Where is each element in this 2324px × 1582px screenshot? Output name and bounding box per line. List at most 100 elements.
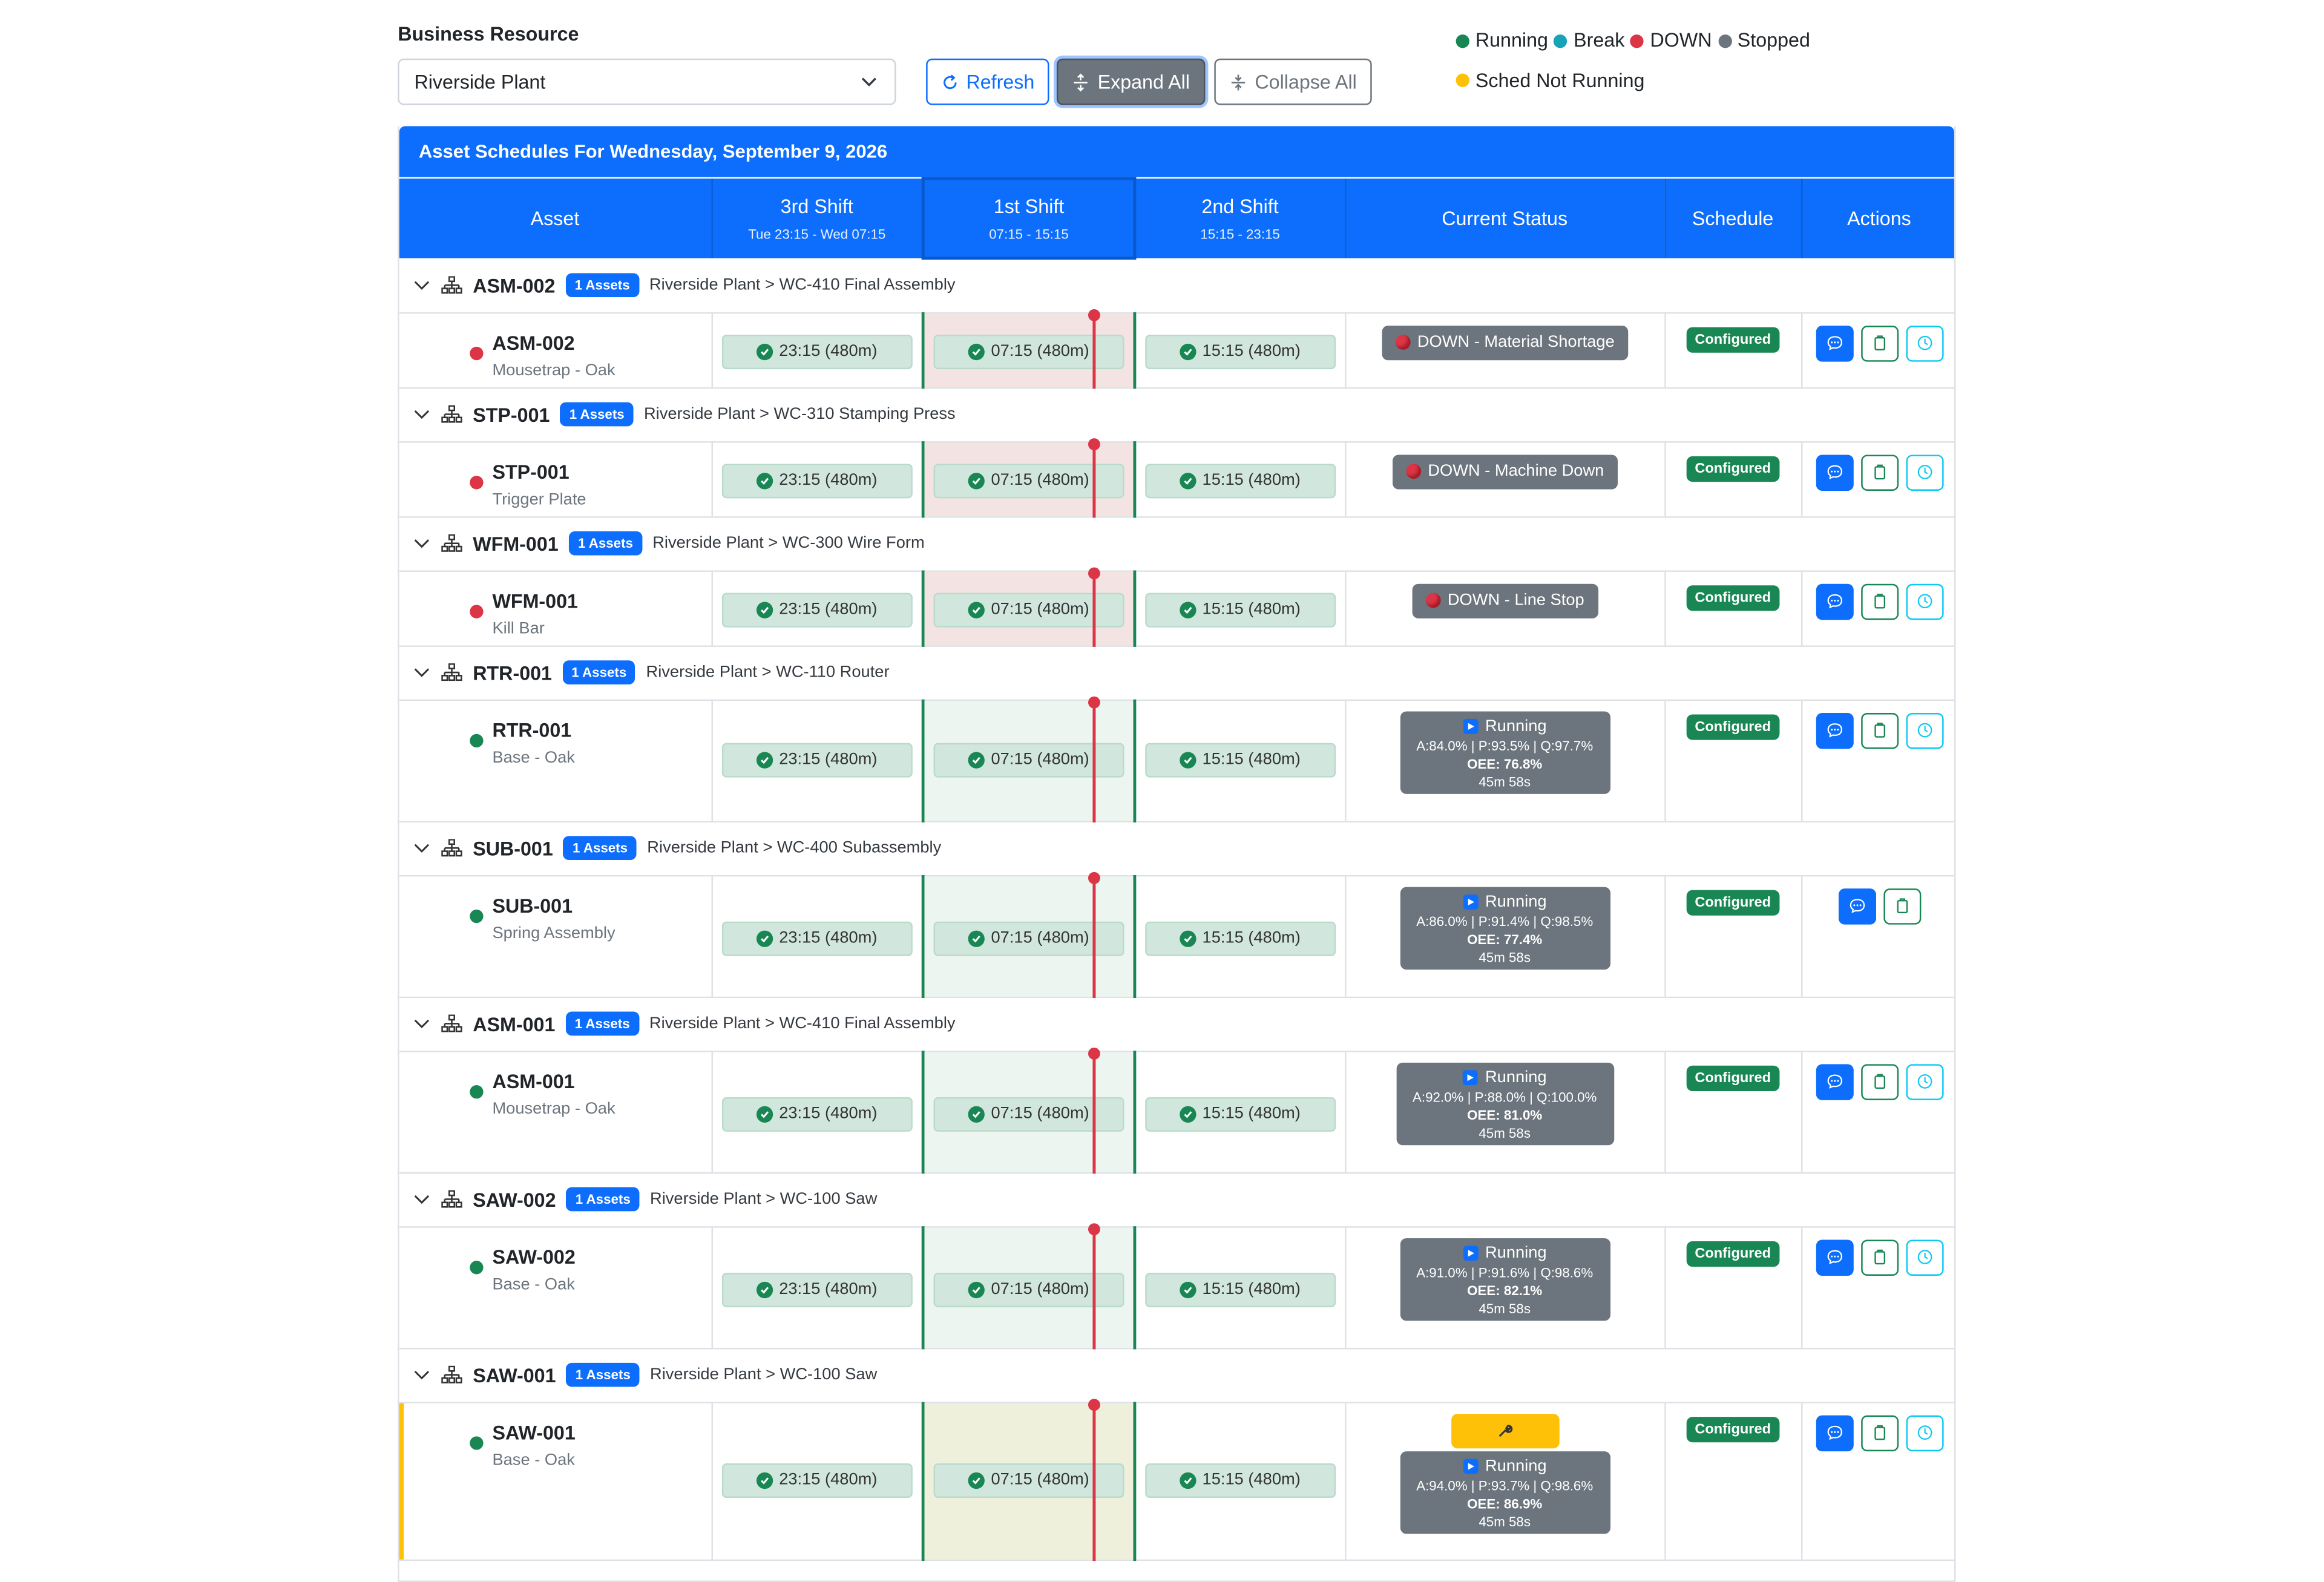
shift-pill[interactable]: 15:15 (480m) (1145, 333, 1335, 369)
group-header[interactable]: ASM-001 1 Assets Riverside Plant > WC-410 … (399, 1011, 1954, 1036)
asset-schedules-panel: Asset Schedules For Wednesday, September… (398, 126, 1956, 1582)
chevron-down-icon[interactable] (413, 1014, 431, 1032)
asset-cell: SAW-002 Base - Oak (399, 1226, 712, 1349)
history-button[interactable] (1905, 583, 1943, 619)
asset-id: WFM-001 (492, 589, 578, 612)
group-header[interactable]: SAW-002 1 Assets Riverside Plant > WC-100 … (399, 1187, 1954, 1212)
chevron-down-icon[interactable] (413, 663, 431, 681)
expand-all-button[interactable]: Expand All (1056, 58, 1206, 105)
history-button[interactable] (1905, 712, 1943, 749)
group-cell[interactable]: ASM-001 1 Assets Riverside Plant > WC-410 … (399, 996, 1954, 1052)
chevron-down-icon[interactable] (413, 405, 431, 424)
group-row[interactable]: RTR-001 1 Assets Riverside Plant > WC-110 … (399, 645, 1954, 700)
shift-pill[interactable]: 23:15 (480m) (721, 333, 913, 369)
group-cell[interactable]: ASM-002 1 Assets Riverside Plant > WC-410 … (399, 258, 1954, 313)
group-header[interactable]: SUB-001 1 Assets Riverside Plant > WC-400 … (399, 836, 1954, 861)
comment-button[interactable] (1816, 1239, 1854, 1275)
hierarchy-icon (441, 1014, 462, 1032)
copy-icon (1874, 1425, 1885, 1440)
shift-pill[interactable]: 23:15 (480m) (721, 592, 913, 627)
copy-button[interactable] (1860, 324, 1899, 361)
group-cell[interactable]: WFM-001 1 Assets Riverside Plant > WC-300 … (399, 516, 1954, 571)
wrench-icon[interactable] (1450, 1413, 1559, 1448)
group-path: Riverside Plant > WC-300 Wire Form (652, 534, 925, 553)
shift-pill[interactable]: 15:15 (480m) (1145, 1096, 1335, 1131)
history-button[interactable] (1905, 1414, 1943, 1451)
copy-button[interactable] (1883, 887, 1921, 924)
check-circle-icon (1180, 930, 1196, 947)
shift-pill[interactable]: 15:15 (480m) (1145, 463, 1335, 498)
col-actions: Actions (1801, 179, 1954, 258)
shift-pill[interactable]: 23:15 (480m) (721, 463, 913, 498)
comment-button[interactable] (1816, 1063, 1854, 1100)
comment-button[interactable] (1816, 583, 1854, 619)
shift-pill[interactable]: 23:15 (480m) (721, 742, 913, 777)
refresh-button[interactable]: Refresh (926, 58, 1049, 105)
group-row[interactable]: WFM-001 1 Assets Riverside Plant > WC-300 … (399, 516, 1954, 571)
group-header[interactable]: SAW-001 1 Assets Riverside Plant > WC-100 … (399, 1362, 1954, 1387)
group-header[interactable]: ASM-002 1 Assets Riverside Plant > WC-410 … (399, 273, 1954, 298)
group-header[interactable]: RTR-001 1 Assets Riverside Plant > WC-110 … (399, 660, 1954, 684)
group-cell[interactable]: RTR-001 1 Assets Riverside Plant > WC-110 … (399, 645, 1954, 700)
shift-cell: 23:15 (480m) (711, 1226, 924, 1349)
asset-row: STP-001 Trigger Plate 23:15 (480m) 07:15 (4… (399, 437, 1954, 517)
copy-button[interactable] (1860, 1239, 1899, 1275)
comment-button[interactable] (1816, 1414, 1854, 1451)
shift-pill[interactable]: 23:15 (480m) (721, 921, 913, 956)
group-header[interactable]: STP-001 1 Assets Riverside Plant > WC-310 … (399, 402, 1954, 427)
chevron-down-icon (861, 77, 876, 87)
copy-button[interactable] (1860, 1414, 1899, 1451)
comment-button[interactable] (1816, 712, 1854, 749)
group-id: STP-001 (473, 402, 550, 426)
shift-start-label: 15:15 (480m) (1202, 471, 1301, 490)
group-row[interactable]: STP-001 1 Assets Riverside Plant > WC-310 … (399, 387, 1954, 442)
chat-icon (1827, 723, 1842, 738)
shift-pill[interactable]: 15:15 (480m) (1145, 1462, 1335, 1497)
chevron-down-icon[interactable] (413, 1366, 431, 1384)
history-button[interactable] (1905, 324, 1943, 361)
check-circle-icon (756, 930, 773, 947)
group-cell[interactable]: SAW-001 1 Assets Riverside Plant > WC-100 … (399, 1348, 1954, 1403)
copy-button[interactable] (1860, 1063, 1899, 1100)
chevron-down-icon[interactable] (413, 1190, 431, 1209)
chevron-down-icon[interactable] (413, 534, 431, 553)
shift-pill[interactable]: 23:15 (480m) (721, 1462, 913, 1497)
group-row[interactable]: ASM-001 1 Assets Riverside Plant > WC-410 … (399, 996, 1954, 1052)
comment-button[interactable] (1838, 887, 1876, 924)
copy-button[interactable] (1860, 583, 1899, 619)
group-row[interactable]: SAW-002 1 Assets Riverside Plant > WC-100 … (399, 1172, 1954, 1227)
shift-pill[interactable]: 15:15 (480m) (1145, 921, 1335, 956)
history-button[interactable] (1905, 1239, 1943, 1275)
history-button[interactable] (1905, 454, 1943, 490)
copy-icon (1874, 723, 1885, 738)
shift-pill[interactable]: 23:15 (480m) (721, 1272, 913, 1307)
group-cell[interactable]: STP-001 1 Assets Riverside Plant > WC-310 … (399, 387, 1954, 442)
group-cell[interactable]: SUB-001 1 Assets Riverside Plant > WC-400 … (399, 821, 1954, 876)
group-row[interactable]: SUB-001 1 Assets Riverside Plant > WC-400 … (399, 821, 1954, 876)
shift-pill[interactable]: 15:15 (480m) (1145, 592, 1335, 627)
current-time-line (1092, 700, 1096, 822)
collapse-all-button[interactable]: Collapse All (1214, 58, 1372, 105)
check-circle-icon (756, 1471, 773, 1488)
copy-button[interactable] (1860, 454, 1899, 490)
legend-item: Break (1554, 21, 1624, 60)
chevron-down-icon[interactable] (413, 277, 431, 295)
business-resource-select[interactable]: Riverside Plant (398, 58, 896, 105)
action-buttons (1802, 583, 1954, 619)
comment-button[interactable] (1816, 454, 1854, 490)
status-cell: Running A:84.0% | P:93.5% | Q:97.7% OEE: 7… (1345, 699, 1666, 822)
shift-pill[interactable]: 23:15 (480m) (721, 1096, 913, 1131)
group-row[interactable]: SAW-001 1 Assets Riverside Plant > WC-100 … (399, 1348, 1954, 1403)
asset-cell: ASM-001 Mousetrap - Oak (399, 1051, 712, 1173)
group-row[interactable]: ASM-002 1 Assets Riverside Plant > WC-410 … (399, 258, 1954, 313)
shift-pill[interactable]: 15:15 (480m) (1145, 742, 1335, 777)
history-button[interactable] (1905, 1063, 1943, 1100)
shift-pill[interactable]: 15:15 (480m) (1145, 1272, 1335, 1307)
asset-info: ASM-001 Mousetrap - Oak (492, 1069, 615, 1117)
asset-cell: SAW-001 Base - Oak (399, 1402, 712, 1560)
chevron-down-icon[interactable] (413, 839, 431, 857)
comment-button[interactable] (1816, 324, 1854, 361)
copy-button[interactable] (1860, 712, 1899, 749)
group-cell[interactable]: SAW-002 1 Assets Riverside Plant > WC-100 … (399, 1172, 1954, 1227)
group-header[interactable]: WFM-001 1 Assets Riverside Plant > WC-300 … (399, 531, 1954, 556)
